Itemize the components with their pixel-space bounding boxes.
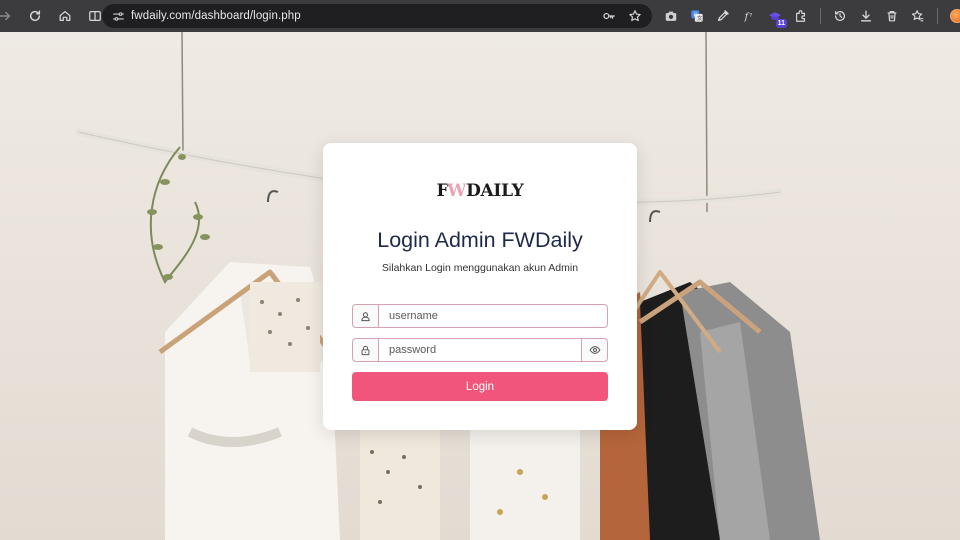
downloads-button[interactable] — [853, 3, 879, 29]
bookmarks-button[interactable] — [905, 3, 931, 29]
camera-icon — [665, 11, 677, 21]
user-icon — [353, 305, 379, 327]
home-icon — [59, 11, 71, 21]
ext-eyedropper-button[interactable] — [710, 3, 736, 29]
extensions-menu-button[interactable] — [788, 3, 814, 29]
puzzle-icon — [796, 10, 806, 22]
extensions-area: G文 f? 11 — [658, 3, 960, 29]
download-icon — [860, 10, 872, 22]
svg-text:文: 文 — [697, 14, 703, 22]
home-button[interactable] — [52, 3, 78, 29]
ext-academic-button[interactable]: 11 — [762, 3, 788, 29]
page-subtitle: Silahkan Login menggunakan akun Admin — [381, 262, 579, 274]
ext-screenshot-button[interactable] — [658, 3, 684, 29]
split-view-icon — [89, 11, 101, 21]
eyedropper-icon — [718, 10, 729, 21]
login-page: FWDAILY Login Admin FWDaily Silahkan Log… — [0, 32, 960, 540]
page-title: Login Admin FWDaily — [377, 228, 583, 252]
site-info-button[interactable] — [106, 4, 130, 28]
svg-text:?: ? — [749, 13, 752, 19]
key-icon — [603, 12, 615, 20]
logo-word-daily: DAILY — [466, 181, 524, 201]
ext-translate-button[interactable]: G文 — [684, 3, 710, 29]
reload-button[interactable] — [22, 3, 48, 29]
bookmarks-icon — [911, 10, 924, 22]
extension-badge: 11 — [775, 19, 787, 28]
toolbar-divider — [937, 8, 938, 24]
bookmark-star-button[interactable] — [624, 5, 646, 27]
history-icon — [835, 10, 845, 21]
username-field — [352, 304, 608, 328]
lock-icon — [353, 339, 379, 361]
login-button[interactable]: Login — [352, 372, 608, 401]
trash-icon — [887, 11, 897, 22]
reload-icon — [29, 10, 41, 22]
eye-icon — [589, 346, 600, 354]
tune-icon — [112, 11, 124, 21]
logo-letter-w: W — [447, 181, 467, 201]
ext-font-button[interactable]: f? — [736, 3, 762, 29]
fwdaily-logo: FWDAILY — [323, 182, 637, 200]
delete-button[interactable] — [879, 3, 905, 29]
omnibox-actions — [598, 4, 646, 28]
address-bar[interactable]: fwdaily.com/dashboard/login.php — [102, 4, 652, 28]
star-icon — [629, 10, 641, 22]
translate-icon: G文 — [691, 10, 703, 22]
password-field — [352, 338, 608, 362]
font-icon: f? — [744, 12, 753, 23]
url-text[interactable]: fwdaily.com/dashboard/login.php — [131, 10, 301, 22]
username-input[interactable] — [379, 305, 607, 327]
arrow-right-icon — [0, 11, 11, 21]
profile-avatar — [950, 9, 960, 23]
toolbar-divider — [820, 8, 821, 24]
browser-toolbar: fwdaily.com/dashboard/login.php G文 f? 11 — [0, 0, 960, 32]
login-card: FWDAILY Login Admin FWDaily Silahkan Log… — [323, 143, 637, 430]
password-input[interactable] — [379, 339, 581, 361]
password-key-button[interactable] — [598, 5, 620, 27]
profile-button[interactable] — [944, 3, 960, 29]
toggle-password-button[interactable] — [581, 339, 607, 361]
forward-button[interactable] — [0, 3, 18, 29]
history-button[interactable] — [827, 3, 853, 29]
